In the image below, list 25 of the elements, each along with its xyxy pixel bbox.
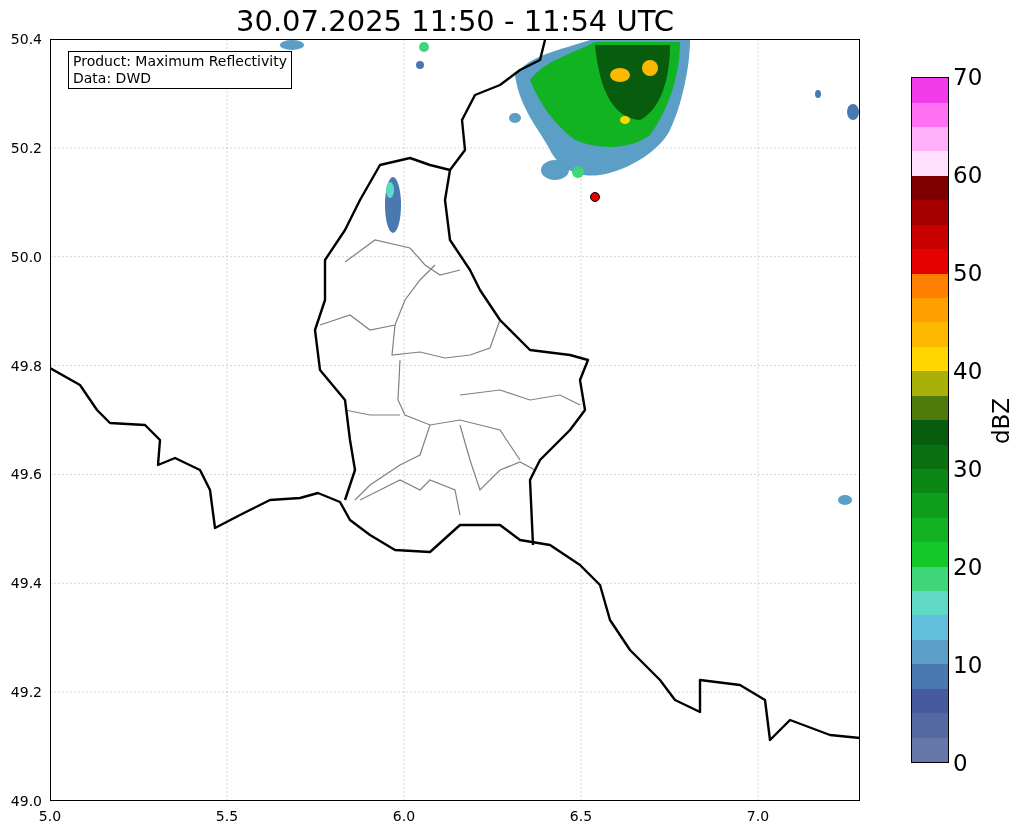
x-axis-tick-label: 7.0 [745,808,771,824]
y-axis-tick-label: 49.4 [9,575,42,592]
colorbar-tick-label: 70 [953,64,983,90]
colorbar-tick-label: 60 [953,162,983,188]
colorbar-tick-label: 30 [953,456,983,482]
x-axis-tick-label: 6.0 [391,808,417,824]
y-axis-tick-label: 50.2 [9,139,42,156]
info-box: Product: Maximum Reflectivity Data: DWD [68,51,292,89]
location-marker [590,192,600,202]
colorbar-tick-label: 20 [953,554,983,580]
chart-title: 30.07.2025 11:50 - 11:54 UTC [235,3,675,39]
x-axis-tick-label: 6.5 [568,808,594,824]
y-axis-tick-label: 49.8 [9,357,42,374]
y-axis-tick-label: 49.6 [9,466,42,483]
colorbar-tick-label: 10 [953,652,983,678]
y-axis-tick-label: 50.4 [9,31,42,47]
y-axis-tick-label: 49.2 [9,684,42,701]
colorbar-tick-label: 50 [953,260,983,286]
x-axis-tick-label: 5.0 [37,808,63,824]
x-axis-tick-label: 5.5 [214,808,240,824]
colorbar-label: dBZ [987,397,1016,445]
colorbar-tick-label: 40 [953,358,983,384]
y-axis-tick-label: 49.0 [9,793,42,809]
y-axis-tick-label: 50.0 [9,248,42,265]
colorbar-tick-label: 0 [953,750,968,776]
